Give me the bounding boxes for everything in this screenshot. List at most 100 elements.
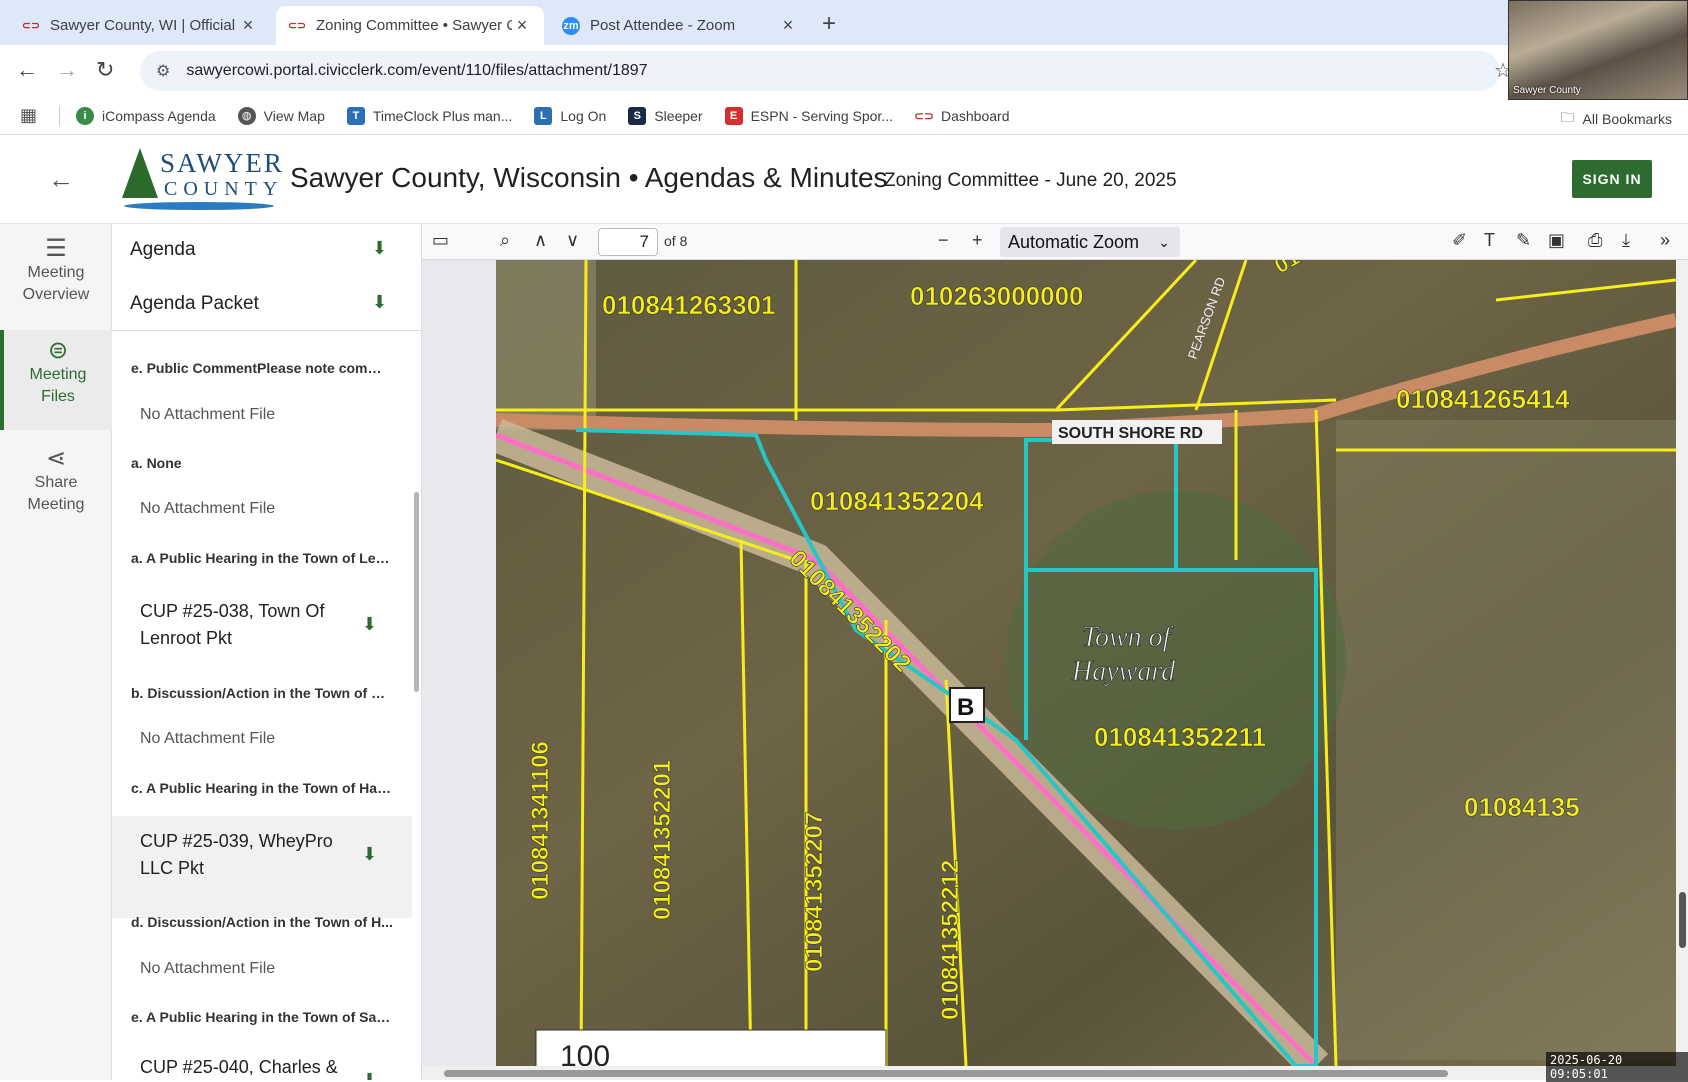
parcel-label: 010263000000: [910, 281, 1084, 311]
bookmark-sleeper[interactable]: S Sleeper: [628, 106, 703, 125]
all-bookmarks-label: All Bookmarks: [1582, 111, 1672, 127]
sidebar-toggle-icon[interactable]: ▭: [432, 230, 449, 251]
forward-icon[interactable]: →: [56, 57, 78, 83]
clearing: [496, 260, 596, 430]
zoom-out-icon[interactable]: −: [938, 230, 949, 251]
more-tools-icon[interactable]: »: [1660, 230, 1670, 251]
logon-icon: L: [534, 106, 553, 125]
sawyer-county-logo[interactable]: SAWYER COUNTY: [120, 144, 282, 216]
chevron-down-icon: ⌄: [1158, 234, 1170, 250]
section-header: a. None: [131, 455, 182, 471]
page-number-input[interactable]: 7: [598, 228, 658, 256]
meeting-files-panel: Agenda ⬇ Agenda Packet ⬇ e. Public Comme…: [112, 224, 422, 1080]
bookmark-label: Log On: [560, 107, 607, 124]
agenda-link[interactable]: Agenda: [130, 239, 196, 261]
agenda-packet-link[interactable]: Agenda Packet: [130, 293, 259, 315]
meeting-nav: ☰ Meeting Overview ⊜ Meeting Files ⋖ Sha…: [0, 224, 112, 1080]
zoom-in-icon[interactable]: +: [972, 230, 983, 251]
nav-share-meeting[interactable]: ⋖ Share Meeting: [0, 445, 112, 528]
pdf-viewer: ▭ ⌕ ∧ ∨ 7 of 8 − + Automatic Zoom ⌄ ✐ T …: [422, 224, 1688, 1080]
bookmark-icompass[interactable]: i iCompass Agenda: [76, 106, 216, 125]
parcel-label: 010841341106: [527, 741, 554, 900]
save-icon[interactable]: ⤓: [1622, 230, 1630, 251]
sign-in-button[interactable]: SIGN IN: [1572, 160, 1652, 198]
nav-label: Overview: [22, 286, 90, 303]
url-input[interactable]: ⚙ sawyercowi.portal.civicclerk.com/event…: [140, 51, 1500, 91]
civicclerk-icon: ⊂⊃: [913, 108, 935, 123]
tab-zoom[interactable]: zm Post Attendee - Zoom ×: [550, 6, 810, 45]
attachment-link[interactable]: CUP #25-038, Town Of Lenroot Pkt: [140, 598, 340, 652]
vertical-scrollbar-thumb[interactable]: [1679, 892, 1686, 948]
all-bookmarks[interactable]: 🗀 All Bookmarks: [1561, 107, 1672, 131]
bookmark-dashboard[interactable]: ⊂⊃ Dashboard: [913, 107, 1010, 125]
url-text: sawyercowi.portal.civicclerk.com/event/1…: [186, 62, 648, 79]
files-scrollbar[interactable]: [414, 492, 419, 692]
download-icon[interactable]: ⬇: [362, 614, 377, 635]
clearing: [1336, 420, 1676, 1060]
section-header: d. Discussion/Action in the Town of H...: [131, 914, 393, 930]
folder-icon: 🗀: [1560, 109, 1575, 125]
back-arrow-icon[interactable]: ←: [48, 164, 74, 195]
bookmark-label: Sleeper: [654, 107, 703, 124]
next-page-icon[interactable]: ∨: [566, 230, 579, 251]
tab-sawyer-county[interactable]: ⊂⊃ Sawyer County, WI | Official We ×: [10, 6, 270, 45]
draw-icon[interactable]: ✎: [1516, 230, 1531, 251]
nav-label: Files: [41, 388, 75, 405]
page-count: of 8: [664, 233, 688, 249]
download-icon[interactable]: ⬇: [362, 1070, 377, 1080]
globe-icon: ◍: [237, 106, 256, 125]
parcel-label: 010841352212: [937, 860, 964, 1020]
bookmark-timeclock[interactable]: T TimeClock Plus man...: [346, 106, 512, 125]
parcel-label: 010841352204: [810, 486, 984, 516]
attachment-link-selected[interactable]: CUP #25-039, WheyPro LLC Pkt: [140, 828, 340, 882]
site-info-icon[interactable]: ⚙: [156, 61, 170, 81]
new-tab-button[interactable]: +: [822, 10, 836, 38]
town-label: Hayward: [1071, 656, 1176, 687]
apps-grid-icon[interactable]: ▦: [20, 105, 37, 126]
marker-b-label: B: [957, 694, 974, 721]
no-attachment-text: No Attachment File: [140, 500, 276, 517]
timeclock-icon: T: [346, 106, 365, 125]
nav-meeting-overview[interactable]: ☰ Meeting Overview: [0, 237, 112, 318]
download-icon[interactable]: ⬇: [372, 238, 387, 259]
close-icon[interactable]: ×: [238, 15, 258, 36]
previous-page-icon[interactable]: ∧: [534, 230, 547, 251]
sleeper-icon: S: [628, 106, 647, 125]
attachment-link[interactable]: CUP #25-040, Charles &: [140, 1054, 340, 1080]
tab-title: Sawyer County, WI | Official We: [50, 17, 238, 34]
highlight-icon[interactable]: ✐: [1452, 230, 1467, 251]
bookmarks-bar: ▦ i iCompass Agenda ◍ View Map T TimeClock …: [0, 97, 1688, 135]
text-icon[interactable]: T: [1484, 230, 1495, 251]
parcel-label: 010841265414: [1396, 384, 1570, 414]
civicclerk-icon: ⊂⊃: [287, 20, 307, 32]
download-icon[interactable]: ⬇: [372, 292, 387, 313]
zoom-video-thumbnail[interactable]: Sawyer County: [1508, 0, 1688, 100]
print-icon[interactable]: ⎙: [1588, 230, 1602, 251]
browser-tab-bar: ⊂⊃ Sawyer County, WI | Official We × ⊂⊃ …: [0, 0, 1688, 45]
vertical-scrollbar-track[interactable]: [1676, 260, 1688, 1080]
search-icon[interactable]: ⌕: [500, 230, 510, 251]
close-icon[interactable]: ×: [778, 15, 798, 36]
bookmark-view-map[interactable]: ◍ View Map: [237, 106, 325, 125]
close-icon[interactable]: ×: [512, 15, 532, 36]
paperclip-icon: ⊜: [47, 337, 69, 364]
download-icon[interactable]: ⬇: [362, 844, 377, 865]
zoom-icon: zm: [562, 16, 580, 35]
share-icon: ⋖: [45, 445, 67, 472]
nav-label: Meeting: [29, 366, 87, 383]
bookmark-log-on[interactable]: L Log On: [534, 106, 607, 125]
tab-zoning-committee[interactable]: ⊂⊃ Zoning Committee • Sawyer Co ×: [276, 6, 544, 45]
image-icon[interactable]: ▣: [1548, 230, 1565, 251]
nav-meeting-files[interactable]: ⊜ Meeting Files: [0, 330, 112, 430]
parcel-label: 010841263301: [602, 290, 776, 320]
aerial-parcel-map: 010841263301 010263000000 010841265414 0…: [496, 260, 1676, 1066]
civicclerk-icon: ⊂⊃: [21, 20, 41, 32]
zoom-select[interactable]: Automatic Zoom ⌄: [1000, 227, 1180, 257]
back-icon[interactable]: ←: [16, 57, 38, 83]
bookmark-espn[interactable]: E ESPN - Serving Spor...: [724, 106, 893, 125]
reload-icon[interactable]: ↻: [96, 57, 114, 83]
parcel-label: 010841352207: [801, 812, 828, 972]
horizontal-scrollbar-thumb[interactable]: [444, 1070, 1448, 1077]
road-label: SOUTH SHORE RD: [1058, 425, 1203, 442]
espn-icon: E: [724, 106, 743, 125]
